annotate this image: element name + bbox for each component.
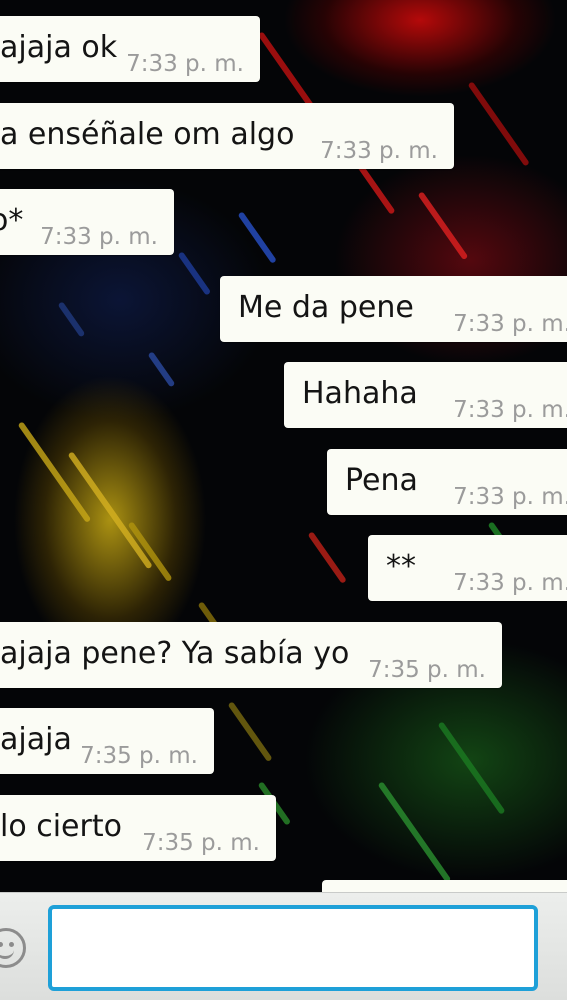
- wallpaper-streak: [467, 81, 530, 167]
- message-text: a enséñale om algo: [0, 117, 295, 152]
- wallpaper-streak: [437, 721, 506, 815]
- wallpaper-streak: [307, 531, 347, 584]
- message-timestamp: 7:35 p. m.: [80, 743, 198, 769]
- message-bubble-outgoing[interactable]: Hahaha 7:33 p. m.: [284, 362, 567, 428]
- smiley-mouth: [0, 946, 14, 959]
- wallpaper-streak: [377, 781, 452, 884]
- message-timestamp: 7:35 p. m.: [368, 657, 486, 683]
- chat-screen: ajaja ok 7:33 p. m. a enséñale om algo 7…: [0, 0, 567, 1000]
- message-text: lo cierto: [0, 809, 122, 844]
- message-timestamp: 7:33 p. m.: [453, 484, 567, 510]
- message-text: Me da pene: [238, 290, 414, 325]
- message-text: **: [386, 549, 416, 584]
- wallpaper-streak: [237, 211, 277, 264]
- wallpaper-streak: [417, 191, 469, 261]
- message-timestamp: 7:33 p. m.: [453, 570, 567, 596]
- wallpaper-streak: [57, 301, 86, 338]
- wallpaper-streak: [257, 31, 315, 109]
- message-text: Hahaha: [302, 376, 418, 411]
- message-bubble-incoming[interactable]: a enséñale om algo 7:33 p. m.: [0, 103, 454, 169]
- message-text: ajaja: [0, 722, 72, 757]
- wallpaper-streak: [177, 251, 212, 296]
- message-composer: [0, 892, 567, 1000]
- wallpaper-streak: [127, 521, 173, 583]
- message-text: ajaja ok: [0, 30, 118, 65]
- smiley-face-icon[interactable]: [0, 928, 26, 968]
- message-bubble-incoming[interactable]: lo cierto 7:35 p. m.: [0, 795, 276, 861]
- message-timestamp: 7:33 p. m.: [320, 138, 438, 164]
- message-timestamp: 7:35 p. m.: [142, 830, 260, 856]
- message-text: o*: [0, 203, 24, 238]
- message-timestamp: 7:33 p. m.: [40, 224, 158, 250]
- message-timestamp: 7:33 p. m.: [453, 397, 567, 423]
- wallpaper-streak: [227, 701, 273, 763]
- wallpaper-streak: [147, 351, 176, 388]
- message-timestamp: 7:33 p. m.: [453, 311, 567, 337]
- message-input[interactable]: [48, 905, 538, 991]
- message-bubble-outgoing[interactable]: Pena 7:33 p. m.: [327, 449, 567, 515]
- message-bubble-outgoing[interactable]: Me da pene 7:33 p. m.: [220, 276, 567, 342]
- message-bubble-incoming[interactable]: o* 7:33 p. m.: [0, 189, 174, 255]
- message-bubble-incoming[interactable]: ajaja 7:35 p. m.: [0, 708, 214, 774]
- message-bubble-incoming[interactable]: ajaja ok 7:33 p. m.: [0, 16, 260, 82]
- message-bubble-outgoing[interactable]: ** 7:33 p. m.: [368, 535, 567, 601]
- message-timestamp: 7:33 p. m.: [126, 51, 244, 77]
- message-bubble-incoming[interactable]: ajaja pene? Ya sabía yo 7:35 p. m.: [0, 622, 502, 688]
- message-text: Pena: [345, 463, 418, 498]
- message-text: ajaja pene? Ya sabía yo: [0, 636, 350, 671]
